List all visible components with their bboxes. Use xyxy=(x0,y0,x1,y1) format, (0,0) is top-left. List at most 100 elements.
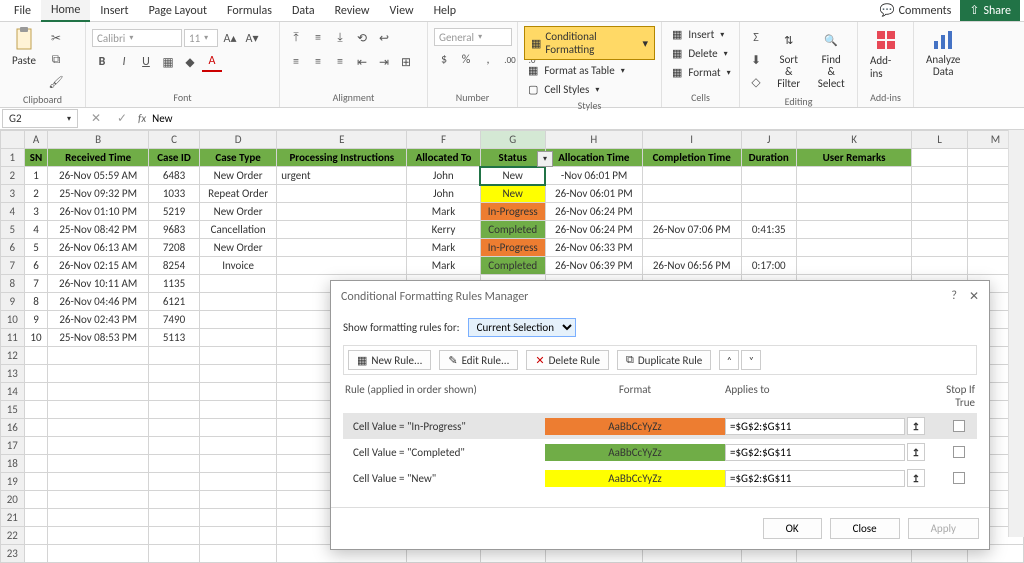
cell-D11[interactable] xyxy=(200,329,277,347)
insert-cells-button[interactable]: ▦Insert▾ xyxy=(668,26,728,43)
row-header-12[interactable]: 12 xyxy=(1,347,25,365)
col-header-H[interactable]: H xyxy=(545,131,642,149)
formula-input[interactable] xyxy=(152,112,1018,125)
cell-H4[interactable]: 26-Nov 06:24 PM xyxy=(545,203,642,221)
cell-C14[interactable] xyxy=(148,383,199,401)
row-header-15[interactable]: 15 xyxy=(1,401,25,419)
clear-icon[interactable]: ◇ xyxy=(746,72,766,92)
row-header-18[interactable]: 18 xyxy=(1,455,25,473)
enter-formula-icon[interactable]: ✓ xyxy=(112,109,132,129)
cell-D19[interactable] xyxy=(200,473,277,491)
cell-E5[interactable] xyxy=(277,221,407,239)
cell-J3[interactable] xyxy=(741,185,796,203)
cell-I6[interactable] xyxy=(642,239,741,257)
row-header-16[interactable]: 16 xyxy=(1,419,25,437)
tab-formulas[interactable]: Formulas xyxy=(217,1,282,21)
cell-D18[interactable] xyxy=(200,455,277,473)
cell-styles-button[interactable]: ▢Cell Styles▾ xyxy=(524,81,603,98)
cell-B23[interactable] xyxy=(48,545,149,563)
format-cells-button[interactable]: ▦Format▾ xyxy=(668,64,735,81)
underline-button[interactable]: U xyxy=(136,52,156,72)
percent-icon[interactable]: % xyxy=(456,50,476,70)
cell-C3[interactable]: 1033 xyxy=(148,185,199,203)
cell-G5[interactable]: Completed xyxy=(480,221,545,239)
cell-B18[interactable] xyxy=(48,455,149,473)
border-icon[interactable]: ▦ xyxy=(158,52,178,72)
header-cell[interactable]: Status xyxy=(480,149,545,167)
close-button[interactable]: Close xyxy=(830,518,900,539)
cell-A17[interactable] xyxy=(24,437,48,455)
cell-F5[interactable]: Kerry xyxy=(407,221,480,239)
cell-D7[interactable]: Invoice xyxy=(200,257,277,275)
cell-B14[interactable] xyxy=(48,383,149,401)
cell-A7[interactable]: 6 xyxy=(24,257,48,275)
cell-B21[interactable] xyxy=(48,509,149,527)
header-cell[interactable]: Completion Time xyxy=(642,149,741,167)
cell-A9[interactable]: 8 xyxy=(24,293,48,311)
cell-A2[interactable]: 1 xyxy=(24,167,48,185)
cell-C19[interactable] xyxy=(148,473,199,491)
autosum-icon[interactable]: Σ xyxy=(746,28,766,48)
cell-H3[interactable]: 26-Nov 06:01 PM xyxy=(545,185,642,203)
cell-C4[interactable]: 5219 xyxy=(148,203,199,221)
help-icon[interactable]: ? xyxy=(951,289,957,304)
cell-C16[interactable] xyxy=(148,419,199,437)
duplicate-rule-button[interactable]: ⧉Duplicate Rule xyxy=(617,350,711,370)
font-name-combo[interactable]: Calibri▾ xyxy=(92,29,182,47)
orientation-icon[interactable]: ⟲ xyxy=(352,28,372,48)
tab-help[interactable]: Help xyxy=(424,1,467,21)
align-bottom-icon[interactable]: ⤓ xyxy=(330,28,350,48)
cell-B3[interactable]: 25-Nov 09:32 PM xyxy=(48,185,149,203)
increase-decimal-icon[interactable]: .00 xyxy=(500,50,520,70)
cell-G6[interactable]: In-Progress xyxy=(480,239,545,257)
cell-A6[interactable]: 5 xyxy=(24,239,48,257)
col-header-D[interactable]: D xyxy=(200,131,277,149)
cell-A11[interactable]: 10 xyxy=(24,329,48,347)
close-icon[interactable]: ✕ xyxy=(969,289,979,304)
accounting-icon[interactable]: $ xyxy=(434,50,454,70)
cell-F4[interactable]: Mark xyxy=(407,203,480,221)
cell-I4[interactable] xyxy=(642,203,741,221)
col-header-A[interactable]: A xyxy=(24,131,48,149)
row-header-20[interactable]: 20 xyxy=(1,491,25,509)
font-color-icon[interactable]: A xyxy=(202,52,222,72)
rule-row[interactable]: Cell Value = "New"AaBbCcYyZz↥ xyxy=(343,465,977,491)
cell-A22[interactable] xyxy=(24,527,48,545)
fill-icon[interactable]: ⬇ xyxy=(746,50,766,70)
cell-C5[interactable]: 9683 xyxy=(148,221,199,239)
align-center-icon[interactable]: ≡ xyxy=(308,52,328,72)
header-cell[interactable]: Case ID xyxy=(148,149,199,167)
cell-K6[interactable] xyxy=(796,239,911,257)
delete-cells-button[interactable]: ▦Delete▾ xyxy=(668,45,732,62)
cell-F2[interactable]: John xyxy=(407,167,480,185)
cell-D23[interactable] xyxy=(200,545,277,563)
row-header-1[interactable]: 1 xyxy=(1,149,25,167)
comma-icon[interactable]: , xyxy=(478,50,498,70)
copy-icon[interactable]: ⧉ xyxy=(46,50,66,70)
cell-C12[interactable] xyxy=(148,347,199,365)
cut-icon[interactable]: ✂ xyxy=(46,28,66,48)
italic-button[interactable]: I xyxy=(114,52,134,72)
cell-J2[interactable] xyxy=(741,167,796,185)
range-selector-button[interactable]: ↥ xyxy=(907,469,925,487)
cell-C20[interactable] xyxy=(148,491,199,509)
find-select-button[interactable]: 🔍Find & Select xyxy=(811,24,851,94)
row-header-10[interactable]: 10 xyxy=(1,311,25,329)
cell-A4[interactable]: 3 xyxy=(24,203,48,221)
cell-E4[interactable] xyxy=(277,203,407,221)
row-header-5[interactable]: 5 xyxy=(1,221,25,239)
cell-D2[interactable]: New Order xyxy=(200,167,277,185)
tab-review[interactable]: Review xyxy=(325,1,380,21)
delete-rule-button[interactable]: ✕Delete Rule xyxy=(526,350,609,370)
cell-D6[interactable]: New Order xyxy=(200,239,277,257)
cell-D17[interactable] xyxy=(200,437,277,455)
cell-I2[interactable] xyxy=(642,167,741,185)
rule-applies-to-input[interactable] xyxy=(725,444,905,461)
decrease-font-icon[interactable]: A▾ xyxy=(242,28,262,48)
row-header-21[interactable]: 21 xyxy=(1,509,25,527)
cell-J5[interactable]: 0:41:35 xyxy=(741,221,796,239)
cell-A14[interactable] xyxy=(24,383,48,401)
cell-B12[interactable] xyxy=(48,347,149,365)
row-header-7[interactable]: 7 xyxy=(1,257,25,275)
cell-B16[interactable] xyxy=(48,419,149,437)
